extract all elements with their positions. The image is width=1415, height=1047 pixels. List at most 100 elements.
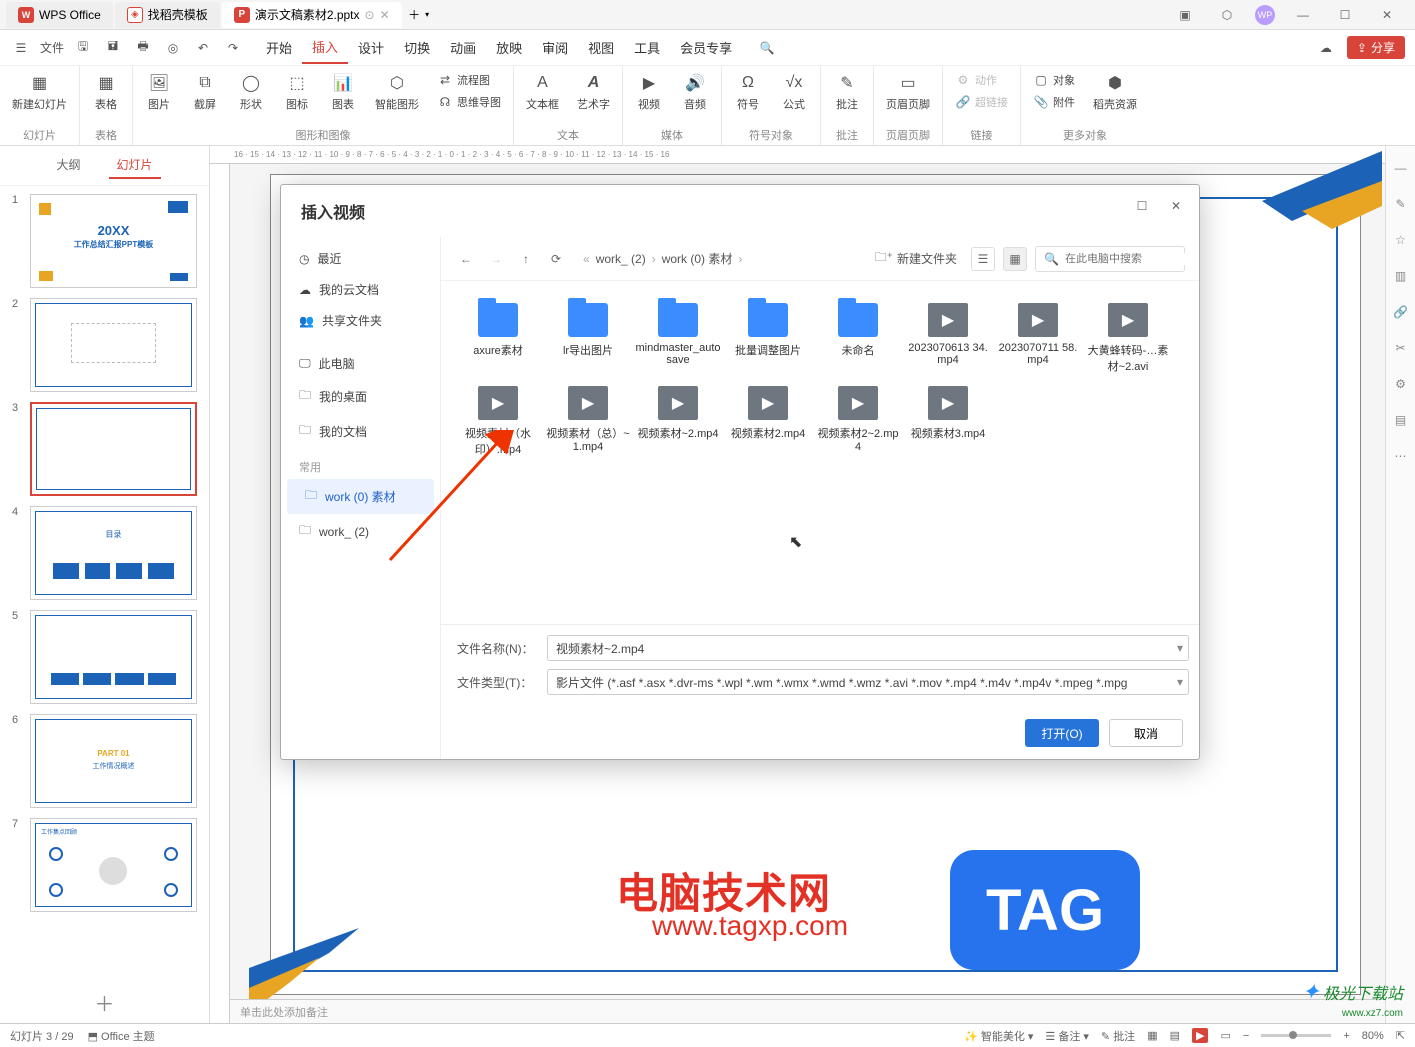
search-icon[interactable]: 🔍 — [756, 37, 778, 59]
thumb-6[interactable]: PART 01工作情况概述 — [30, 714, 197, 808]
zoom-out-button[interactable]: − — [1243, 1030, 1249, 1042]
thumb-3[interactable] — [30, 402, 197, 496]
rib-resource[interactable]: ⬢稻壳资源 — [1087, 70, 1143, 114]
menu-view[interactable]: 视图 — [578, 32, 624, 64]
rib-equation[interactable]: √x公式 — [774, 70, 814, 114]
file-item[interactable]: axure素材 — [453, 297, 543, 380]
cube-icon[interactable]: ⬡ — [1213, 3, 1241, 27]
save-icon[interactable]: 🖫 — [72, 37, 94, 59]
rib-chart[interactable]: 📊图表 — [323, 70, 363, 114]
file-item[interactable]: mindmaster_autosave — [633, 297, 723, 380]
rp-star-icon[interactable]: ☆ — [1391, 230, 1411, 250]
minimize-button[interactable]: — — [1289, 3, 1317, 27]
view-reading-icon[interactable]: ▭ — [1220, 1029, 1230, 1042]
thumb-list[interactable]: 120XX工作总结汇报PPT模板 2 3 4目录 5 6PART 01工作情况概… — [0, 186, 209, 982]
rib-shape[interactable]: ◯形状 — [231, 70, 271, 114]
menu-animation[interactable]: 动画 — [440, 32, 486, 64]
beautify-button[interactable]: ✨ 智能美化 ▾ — [964, 1028, 1033, 1044]
file-tab[interactable]: P演示文稿素材2.pptx⊙✕ — [222, 2, 402, 28]
breadcrumb-p2[interactable]: work (0) 素材 — [662, 250, 733, 267]
redo-icon[interactable]: ↷ — [222, 37, 244, 59]
filetype-select[interactable] — [547, 669, 1189, 695]
view-play-icon[interactable]: ▶ — [1192, 1028, 1208, 1043]
side-documents[interactable]: 🗀我的文档 — [281, 414, 440, 449]
theme-label[interactable]: ⬒ Office 主题 — [88, 1028, 155, 1044]
rib-comment[interactable]: ✎批注 — [827, 70, 867, 114]
rib-symbol[interactable]: Ω符号 — [728, 70, 768, 114]
side-thispc[interactable]: 🖵此电脑 — [281, 348, 440, 379]
template-tab[interactable]: ◈找稻壳模板 — [115, 2, 220, 28]
thumb-7[interactable]: 工作集点回顾 — [30, 818, 197, 912]
file-item[interactable]: ▶视频素材2~2.mp4 — [813, 380, 903, 463]
side-work-dir[interactable]: 🗀work_ (2) — [281, 514, 440, 549]
side-shared[interactable]: 👥共享文件夹 — [281, 305, 440, 336]
new-tab[interactable]: ＋▾ — [404, 2, 434, 28]
menu-icon[interactable]: ☰ — [10, 37, 32, 59]
rp-tool-icon[interactable]: ✂ — [1391, 338, 1411, 358]
menu-start[interactable]: 开始 — [256, 32, 302, 64]
zoom-in-button[interactable]: + — [1343, 1030, 1349, 1042]
filetype-dropdown-icon[interactable]: ▾ — [1177, 675, 1183, 689]
view-sorter-icon[interactable]: ▤ — [1170, 1029, 1180, 1042]
slides-tab[interactable]: 幻灯片 — [109, 152, 161, 179]
side-work-material[interactable]: 🗀work (0) 素材 — [287, 479, 434, 514]
view-normal-icon[interactable]: ▦ — [1147, 1029, 1157, 1042]
menu-tools[interactable]: 工具 — [624, 32, 670, 64]
rp-book-icon[interactable]: ▤ — [1391, 410, 1411, 430]
open-button[interactable]: 打开(O) — [1025, 719, 1099, 747]
zoom-slider[interactable] — [1261, 1034, 1331, 1037]
user-avatar[interactable]: WP — [1255, 5, 1275, 25]
rib-new-slide[interactable]: ▦新建幻灯片 — [6, 70, 73, 114]
side-cloud[interactable]: ☁我的云文档 — [281, 274, 440, 305]
menu-transition[interactable]: 切换 — [394, 32, 440, 64]
rib-attachment[interactable]: 📎附件 — [1027, 92, 1081, 112]
rp-pencil-icon[interactable]: ✎ — [1391, 194, 1411, 214]
zoom-level[interactable]: 80% — [1362, 1030, 1384, 1042]
file-item[interactable]: ▶大黄蜂转码-…素材~2.avi — [1083, 297, 1173, 380]
dialog-close-button[interactable]: ✕ — [1165, 195, 1187, 217]
rib-textbox[interactable]: A文本框 — [520, 70, 565, 114]
fit-button[interactable]: ⇱ — [1396, 1029, 1405, 1042]
nav-forward-button[interactable]: → — [485, 248, 507, 270]
thumb-5[interactable] — [30, 610, 197, 704]
rib-smartart[interactable]: ⬡智能图形 — [369, 70, 425, 114]
side-desktop[interactable]: 🗀我的桌面 — [281, 379, 440, 414]
rib-group-more[interactable]: 更多对象 — [1027, 127, 1143, 143]
rib-video[interactable]: ▶视频 — [629, 70, 669, 114]
notes-button[interactable]: ☰ 备注 ▾ — [1045, 1028, 1089, 1044]
outline-tab[interactable]: 大纲 — [48, 152, 88, 179]
file-item[interactable]: 批量调整图片 — [723, 297, 813, 380]
undo-icon[interactable]: ↶ — [192, 37, 214, 59]
close-tab-icon[interactable]: ✕ — [380, 8, 390, 22]
file-item[interactable]: ▶2023070613 34.mp4 — [903, 297, 993, 380]
filename-input[interactable] — [547, 635, 1189, 661]
rib-wordart[interactable]: A艺术字 — [571, 70, 616, 114]
filename-dropdown-icon[interactable]: ▾ — [1177, 641, 1183, 655]
rib-header-footer[interactable]: ▭页眉页脚 — [880, 70, 936, 114]
panel-icon[interactable]: ▣ — [1171, 3, 1199, 27]
thumb-4[interactable]: 目录 — [30, 506, 197, 600]
rib-icon-insert[interactable]: ⬚图标 — [277, 70, 317, 114]
new-folder-button[interactable]: 🗀⁺新建文件夹 — [869, 245, 963, 272]
cloud-icon[interactable]: ☁ — [1315, 37, 1337, 59]
rp-link-icon[interactable]: 🔗 — [1391, 302, 1411, 322]
maximize-button[interactable]: ☐ — [1331, 3, 1359, 27]
file-item[interactable]: ▶视频素材3.mp4 — [903, 380, 993, 463]
close-button[interactable]: ✕ — [1373, 3, 1401, 27]
rp-minus-icon[interactable]: — — [1391, 158, 1411, 178]
app-tab[interactable]: WWPS Office — [6, 2, 113, 28]
rib-screenshot[interactable]: ⧉截屏 — [185, 70, 225, 114]
notes-bar[interactable]: 单击此处添加备注 — [230, 999, 1385, 1023]
comments-button[interactable]: ✎ 批注 — [1101, 1028, 1135, 1044]
nav-back-button[interactable]: ← — [455, 248, 477, 270]
view-grid-button[interactable]: ▦ — [1003, 247, 1027, 271]
dialog-maximize-button[interactable]: ☐ — [1131, 195, 1153, 217]
print-preview-icon[interactable]: ◎ — [162, 37, 184, 59]
file-grid[interactable]: axure素材lr导出图片mindmaster_autosave批量调整图片未命… — [441, 281, 1199, 624]
side-recent[interactable]: ◷最近 — [281, 243, 440, 274]
save-as-icon[interactable]: 🖬 — [102, 37, 124, 59]
rib-table[interactable]: ▦表格 — [86, 70, 126, 114]
thumb-2[interactable] — [30, 298, 197, 392]
nav-refresh-button[interactable]: ⟳ — [545, 248, 567, 270]
file-item[interactable]: ▶视频素材（水印）.mp4 — [453, 380, 543, 463]
